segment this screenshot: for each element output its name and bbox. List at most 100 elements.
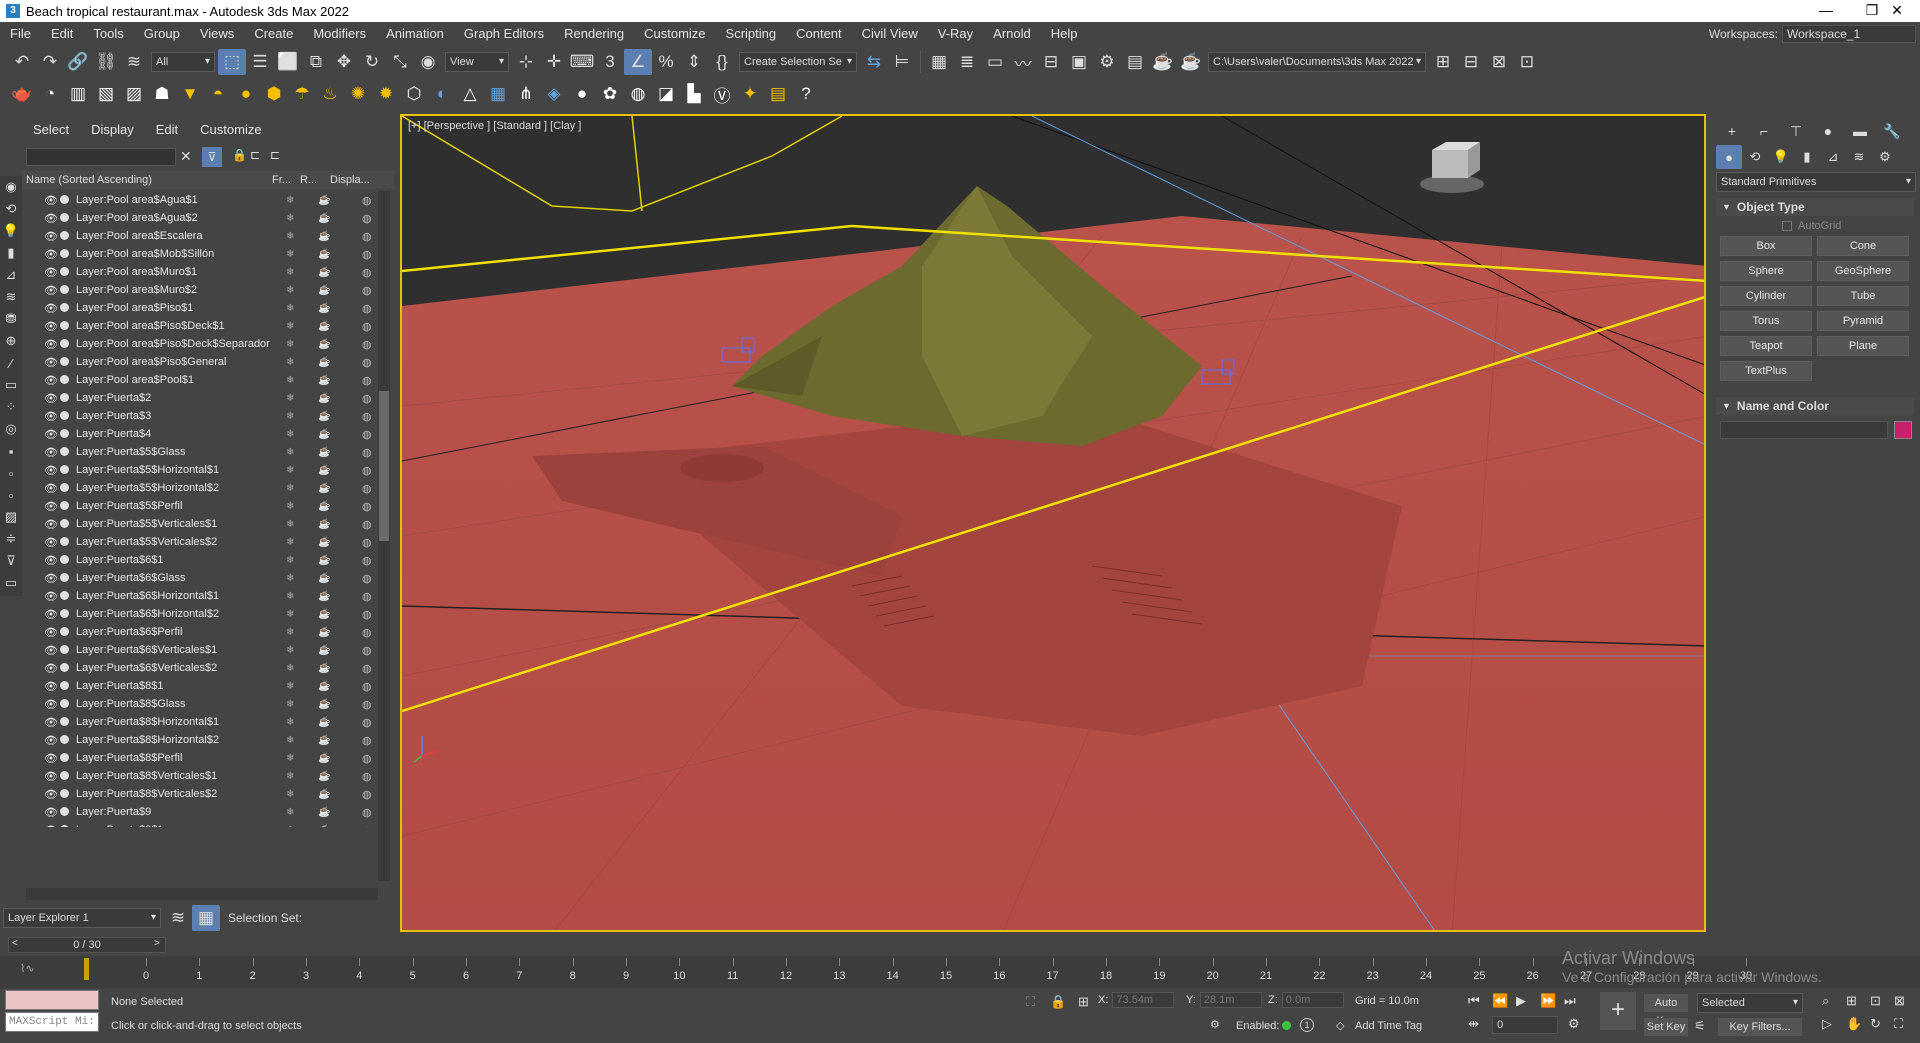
sun-sky-icon[interactable]: ✹ xyxy=(372,81,400,107)
explorer-row[interactable]: 👁 Layer:Puerta$6$1 ❄ ☕ ◍ xyxy=(22,551,374,569)
cameras-icon[interactable]: ▮ xyxy=(1794,145,1820,169)
zoom-extents-all-icon[interactable]: ⊠ xyxy=(1894,993,1905,1009)
toggle-layer-explorer-icon[interactable]: ≣ xyxy=(953,49,981,75)
visibility-eye-icon[interactable]: 👁 xyxy=(44,644,58,657)
redo-icon[interactable]: ↷ xyxy=(36,49,64,75)
renderable-teapot-icon[interactable]: ☕ xyxy=(318,303,330,314)
display-mode-icon[interactable]: ◍ xyxy=(362,824,372,828)
freeze-icon[interactable]: ❄ xyxy=(286,267,294,278)
z-field[interactable]: 0.0m xyxy=(1281,992,1344,1008)
freeze-icon[interactable]: ❄ xyxy=(286,681,294,692)
renderable-teapot-icon[interactable]: ☕ xyxy=(318,267,330,278)
zoom-extents-icon[interactable]: ⊡ xyxy=(1870,993,1881,1009)
display-mode-icon[interactable]: ◍ xyxy=(362,608,372,621)
enabled-indicator-icon[interactable] xyxy=(1282,1021,1291,1030)
operator-icon[interactable]: ◪ xyxy=(652,81,680,107)
visibility-eye-icon[interactable]: 👁 xyxy=(44,698,58,711)
display-mode-icon[interactable]: ◍ xyxy=(362,356,372,369)
renderable-teapot-icon[interactable]: ☕ xyxy=(318,501,330,512)
menu-animation[interactable]: Animation xyxy=(376,26,454,41)
close-button[interactable]: ✕ xyxy=(1874,0,1920,22)
systems-icon[interactable]: ⚙ xyxy=(1872,145,1898,169)
invert-display-icon[interactable]: ▨ xyxy=(0,506,22,528)
x-field[interactable]: 73.54m xyxy=(1112,992,1175,1008)
explorer-row[interactable]: 👁 Layer:Puerta$8$Glass ❄ ☕ ◍ xyxy=(22,695,374,713)
freeze-icon[interactable]: ❄ xyxy=(286,393,294,404)
column-frozen[interactable]: Fr... xyxy=(272,174,300,186)
freeze-icon[interactable]: ❄ xyxy=(286,465,294,476)
renderable-teapot-icon[interactable]: ☕ xyxy=(318,357,330,368)
explorer-row[interactable]: 👁 Layer:Pool area$Piso$Deck$Separador ❄ ☕ ◍ xyxy=(22,335,374,353)
menu-graph-editors[interactable]: Graph Editors xyxy=(454,26,554,41)
set-key-button[interactable]: Set Key xyxy=(1644,1018,1688,1036)
explorer-row[interactable]: 👁 Layer:Pool area$Escalera ❄ ☕ ◍ xyxy=(22,227,374,245)
renderable-teapot-icon[interactable]: ☕ xyxy=(318,609,330,620)
visibility-eye-icon[interactable]: 👁 xyxy=(44,482,58,495)
light-ies-icon[interactable]: ☂ xyxy=(288,81,316,107)
display-none-icon[interactable]: ▫ xyxy=(0,484,22,506)
vray-scene-icon[interactable]: ☗ xyxy=(148,81,176,107)
explorer-menu-display[interactable]: Display xyxy=(80,122,145,137)
rotate-icon[interactable]: ↻ xyxy=(358,49,386,75)
frame-buffer-icon[interactable]: ▥ xyxy=(64,81,92,107)
renderable-teapot-icon[interactable]: ☕ xyxy=(318,465,330,476)
vray-v-icon[interactable]: Ⓥ xyxy=(708,81,736,107)
freeze-icon[interactable]: ❄ xyxy=(286,807,294,818)
help-icon[interactable]: ? xyxy=(792,81,820,107)
explorer-row[interactable]: 👁 Layer:Puerta$8$Horizontal$1 ❄ ☕ ◍ xyxy=(22,713,374,731)
explorer-menu-customize[interactable]: Customize xyxy=(189,122,272,137)
visibility-eye-icon[interactable]: 👁 xyxy=(44,248,58,261)
visibility-eye-icon[interactable]: 👁 xyxy=(44,536,58,549)
visibility-eye-icon[interactable]: 👁 xyxy=(44,428,58,441)
maximize-viewport-icon[interactable]: ⛶ xyxy=(1894,1016,1903,1032)
sphere-object-icon[interactable]: ◐ xyxy=(428,81,456,107)
time-next-icon[interactable]: > xyxy=(154,938,160,949)
selection-lock-icon[interactable]: 🔒 xyxy=(1050,994,1066,1010)
current-frame-field[interactable]: 0 xyxy=(1492,1016,1558,1034)
display-mode-icon[interactable]: ◍ xyxy=(362,212,372,225)
visibility-eye-icon[interactable]: 👁 xyxy=(44,770,58,783)
renderable-teapot-icon[interactable]: ☕ xyxy=(318,411,330,422)
explorer-row[interactable]: 👁 Layer:Puerta$5$Perfil ❄ ☕ ◍ xyxy=(22,497,374,515)
menu-group[interactable]: Group xyxy=(134,26,190,41)
cone-button[interactable]: Cone xyxy=(1817,236,1909,256)
display-mode-icon[interactable]: ◍ xyxy=(362,320,372,333)
menu-vray[interactable]: V-Ray xyxy=(928,26,983,41)
freeze-icon[interactable]: ❄ xyxy=(286,231,294,242)
freeze-icon[interactable]: ❄ xyxy=(286,411,294,422)
scroll-thumb[interactable] xyxy=(379,391,389,541)
project-icon-1[interactable]: ⊞ xyxy=(1429,49,1457,75)
renderable-teapot-icon[interactable]: ☕ xyxy=(318,231,330,242)
adaptive-degradation-icon[interactable]: ⚙ xyxy=(1210,1018,1220,1031)
menu-customize[interactable]: Customize xyxy=(634,26,715,41)
time-slider-key[interactable] xyxy=(84,958,89,980)
explorer-row[interactable]: 👁 Layer:Pool area$Mob$Sillón ❄ ☕ ◍ xyxy=(22,245,374,263)
teapot-icon[interactable]: 🫖 xyxy=(8,81,36,107)
display-mode-icon[interactable]: ◍ xyxy=(362,662,372,675)
auto-key-button[interactable]: Auto Key xyxy=(1644,994,1688,1027)
freeze-icon[interactable]: ❄ xyxy=(286,555,294,566)
next-frame-icon[interactable]: ⏩ xyxy=(1540,993,1556,1009)
renderable-teapot-icon[interactable]: ☕ xyxy=(318,537,330,548)
light-sphere-icon[interactable]: ● xyxy=(232,81,260,107)
align-icon[interactable]: ⊨ xyxy=(888,49,916,75)
freeze-icon[interactable]: ❄ xyxy=(286,609,294,620)
visibility-eye-icon[interactable]: 👁 xyxy=(44,194,58,207)
freeze-icon[interactable]: ❄ xyxy=(286,753,294,764)
visibility-eye-icon[interactable]: 👁 xyxy=(44,518,58,531)
visibility-eye-icon[interactable]: 👁 xyxy=(44,554,58,567)
visibility-eye-icon[interactable]: 👁 xyxy=(44,806,58,819)
visibility-eye-icon[interactable]: 👁 xyxy=(44,680,58,693)
time-tag-icon[interactable]: ◇ xyxy=(1336,1019,1344,1032)
primitive-type-dropdown[interactable]: Standard Primitives xyxy=(1716,172,1916,192)
visibility-eye-icon[interactable]: 👁 xyxy=(44,590,58,603)
explorer-row[interactable]: 👁 Layer:Pool area$Agua$2 ❄ ☕ ◍ xyxy=(22,209,374,227)
zoom-icon[interactable]: ⌕ xyxy=(1822,993,1829,1009)
visibility-eye-icon[interactable]: 👁 xyxy=(44,266,58,279)
box-button[interactable]: Box xyxy=(1720,236,1812,256)
display-mode-icon[interactable]: ◍ xyxy=(362,464,372,477)
explorer-row[interactable]: 👁 Layer:Puerta$6$Verticales$1 ❄ ☕ ◍ xyxy=(22,641,374,659)
absolute-mode-icon[interactable]: ⊞ xyxy=(1078,994,1089,1010)
cylinder-button[interactable]: Cylinder xyxy=(1720,286,1812,306)
project-icon-2[interactable]: ⊟ xyxy=(1457,49,1485,75)
